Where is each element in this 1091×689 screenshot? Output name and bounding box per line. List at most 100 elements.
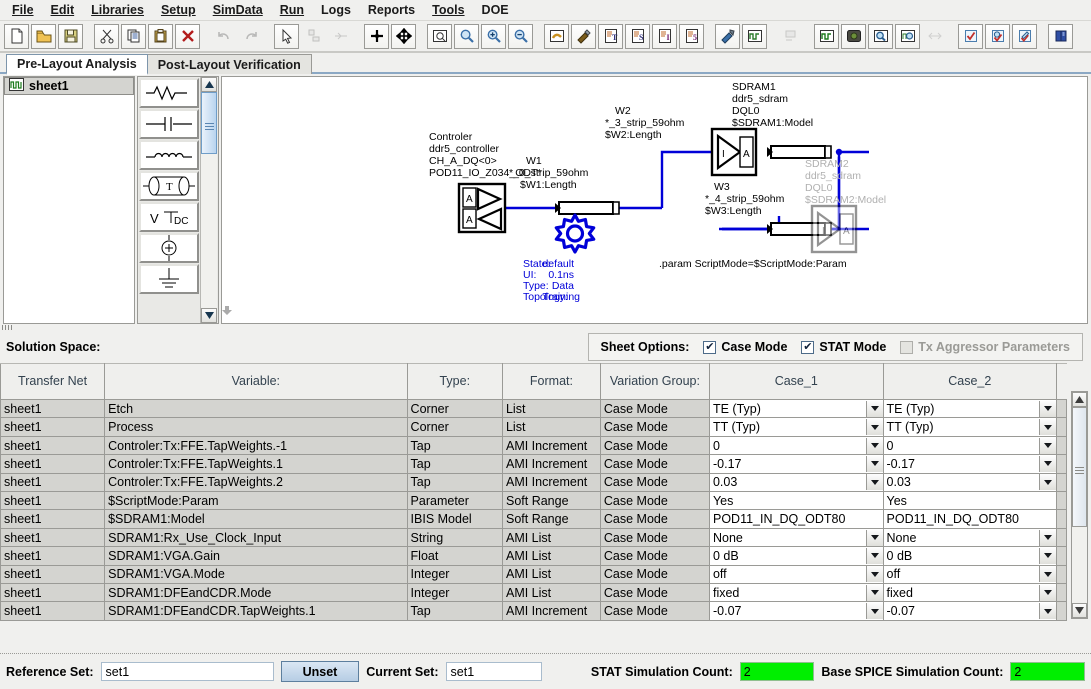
menu-reports[interactable]: Reports [360, 1, 424, 19]
spreadsheet-icon[interactable]: S [625, 24, 650, 49]
help-book-icon[interactable] [1048, 24, 1073, 49]
table-row[interactable]: sheet1SDRAM1:DFEandCDR.TapWeights.1TapAM… [1, 602, 1067, 621]
menu-file[interactable]: File [4, 1, 43, 19]
check-run-icon[interactable] [985, 24, 1010, 49]
table-row[interactable]: sheet1SDRAM1:Rx_Use_Clock_InputStringAMI… [1, 528, 1067, 546]
chevron-down-icon[interactable] [1039, 474, 1056, 490]
cell-case-1[interactable]: 0.03 [709, 473, 883, 491]
current-set-field[interactable]: set1 [446, 662, 543, 681]
zoom-icon[interactable] [454, 24, 479, 49]
chevron-down-icon[interactable] [866, 530, 883, 546]
table-row[interactable]: sheet1$SDRAM1:ModelIBIS ModelSoft RangeC… [1, 510, 1067, 528]
tab-pre-layout-analysis[interactable]: Pre-Layout Analysis [6, 54, 148, 75]
chevron-down-icon[interactable] [866, 603, 883, 619]
table-row[interactable]: sheet1SDRAM1:VGA.GainFloatAMI ListCase M… [1, 547, 1067, 565]
inductor-symbol[interactable] [139, 140, 199, 170]
chevron-down-icon[interactable] [1039, 548, 1056, 564]
palette-scroll-down-icon[interactable] [201, 308, 217, 323]
cell-case-1[interactable]: Yes [709, 492, 883, 510]
chevron-down-icon[interactable] [1039, 603, 1056, 619]
table-row[interactable]: sheet1SDRAM1:DFEandCDR.ModeIntegerAMI Li… [1, 584, 1067, 602]
select-arrow-icon[interactable] [274, 24, 299, 49]
checkbox-stat-mode[interactable]: ✔ STAT Mode [801, 340, 886, 354]
tools-icon[interactable] [571, 24, 596, 49]
chevron-down-icon[interactable] [866, 438, 883, 454]
chevron-down-icon[interactable] [866, 566, 883, 582]
chevron-down-icon[interactable] [1039, 419, 1056, 435]
waveform-tool-icon[interactable] [742, 24, 767, 49]
check-edit-icon[interactable] [1012, 24, 1037, 49]
cell-case-2[interactable]: POD11_IN_DQ_ODT80 [883, 510, 1057, 528]
column-header-variable[interactable]: Variable: [105, 364, 407, 400]
zoom-in-icon[interactable] [481, 24, 506, 49]
table-row[interactable]: sheet1SDRAM1:VGA.ModeIntegerAMI ListCase… [1, 565, 1067, 583]
horizontal-splitter[interactable] [0, 324, 1091, 331]
cell-case-1[interactable]: -0.17 [709, 455, 883, 473]
chevron-down-icon[interactable] [866, 419, 883, 435]
checkbox-case-mode[interactable]: ✔ Case Mode [703, 340, 787, 354]
chevron-down-icon[interactable] [866, 401, 883, 417]
zoom-out-icon[interactable] [508, 24, 533, 49]
menu-setup[interactable]: Setup [153, 1, 205, 19]
save-disk-icon[interactable] [58, 24, 83, 49]
cell-case-1[interactable]: TT (Typ) [709, 418, 883, 436]
capacitor-symbol[interactable] [139, 109, 199, 139]
palette-scrollbar[interactable] [200, 77, 217, 323]
summary-report-icon[interactable]: 5 [679, 24, 704, 49]
checkbox-case-mode-box[interactable]: ✔ [703, 341, 716, 354]
chevron-down-icon[interactable] [1039, 585, 1056, 601]
tree-item-sheet1[interactable]: sheet1 [4, 77, 134, 95]
palette-scroll-track[interactable] [201, 92, 217, 308]
ground-symbol[interactable] [139, 264, 199, 294]
waveform-icon[interactable] [814, 24, 839, 49]
table-vertical-scrollbar[interactable] [1071, 391, 1088, 619]
scope-icon[interactable] [841, 24, 866, 49]
wire-icon[interactable] [301, 24, 326, 49]
menu-run[interactable]: Run [272, 1, 313, 19]
cell-case-1[interactable]: POD11_IN_DQ_ODT80 [709, 510, 883, 528]
cell-case-1[interactable]: -0.07 [709, 602, 883, 621]
schematic-canvas[interactable]: A A Controler ddr5_controller CH_A_DQ<0>… [221, 76, 1088, 324]
menu-edit[interactable]: Edit [43, 1, 84, 19]
cell-case-1[interactable]: off [709, 565, 883, 583]
chevron-down-icon[interactable] [866, 585, 883, 601]
cell-case-1[interactable]: fixed [709, 584, 883, 602]
crosstalk-tools-icon[interactable] [715, 24, 740, 49]
chevron-down-icon[interactable] [866, 456, 883, 472]
tab-post-layout-verification[interactable]: Post-Layout Verification [147, 54, 312, 74]
cell-case-2[interactable]: -0.07 [883, 602, 1057, 621]
table-scroll-track[interactable] [1072, 407, 1087, 603]
table-row[interactable]: sheet1Controler:Tx:FFE.TapWeights.2TapAM… [1, 473, 1067, 491]
add-node-icon[interactable] [364, 24, 389, 49]
redo-icon[interactable] [238, 24, 263, 49]
cell-case-2[interactable]: 0.03 [883, 473, 1057, 491]
column-header-variation-group[interactable]: Variation Group: [600, 364, 709, 400]
cell-case-2[interactable]: -0.17 [883, 455, 1057, 473]
chevron-down-icon[interactable] [1039, 438, 1056, 454]
menu-tools[interactable]: Tools [424, 1, 473, 19]
menu-libraries[interactable]: Libraries [83, 1, 153, 19]
table-scroll-down-icon[interactable] [1072, 603, 1087, 618]
cell-case-2[interactable]: 0 [883, 436, 1057, 454]
sweep-icon[interactable] [922, 24, 947, 49]
stack-icon[interactable] [778, 24, 803, 49]
new-document-icon[interactable] [4, 24, 29, 49]
cell-case-2[interactable]: off [883, 565, 1057, 583]
chevron-down-icon[interactable] [866, 548, 883, 564]
paste-icon[interactable] [148, 24, 173, 49]
copy-icon[interactable] [121, 24, 146, 49]
chevron-down-icon[interactable] [1039, 401, 1056, 417]
package-icon[interactable] [544, 24, 569, 49]
menu-simdata[interactable]: SimData [205, 1, 272, 19]
column-header-case-1[interactable]: Case_1 [709, 364, 883, 400]
table-scroll-up-icon[interactable] [1072, 392, 1087, 407]
cell-case-2[interactable]: TT (Typ) [883, 418, 1057, 436]
move-icon[interactable] [391, 24, 416, 49]
menu-logs[interactable]: Logs [313, 1, 360, 19]
cell-case-1[interactable]: None [709, 528, 883, 546]
reference-set-field[interactable]: set1 [101, 662, 274, 681]
current-source-symbol[interactable] [139, 233, 199, 263]
cell-case-2[interactable]: 0 dB [883, 547, 1057, 565]
table-scroll-thumb[interactable] [1072, 407, 1087, 527]
cell-case-2[interactable]: Yes [883, 492, 1057, 510]
